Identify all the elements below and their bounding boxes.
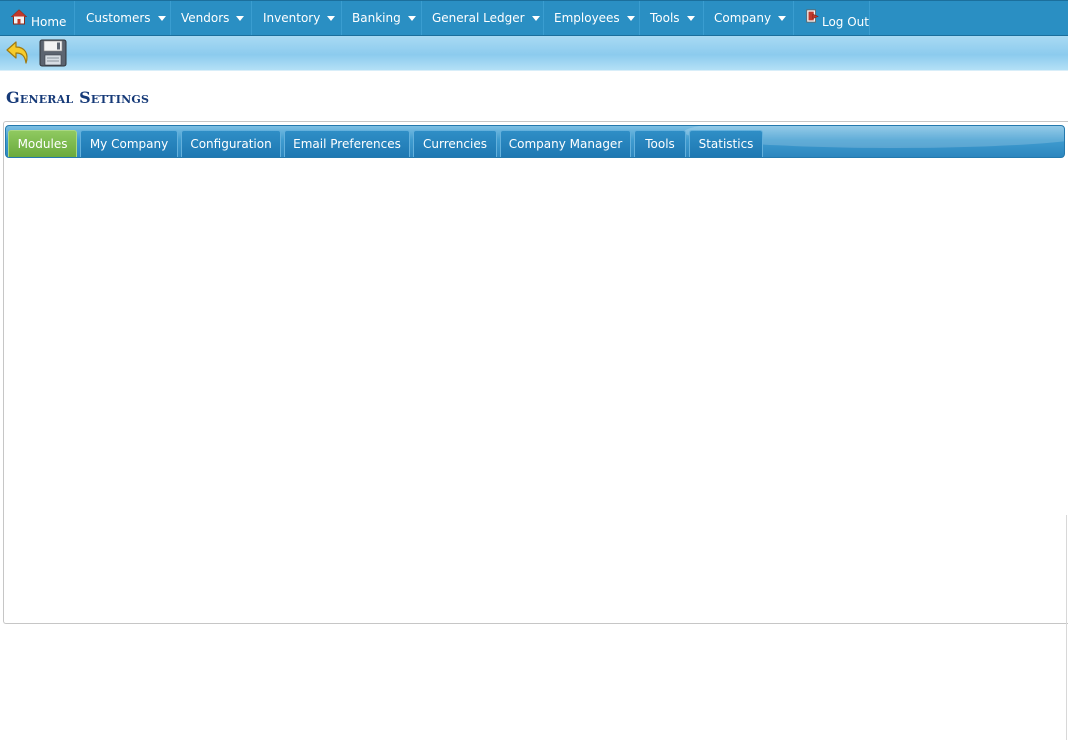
tab-my-company[interactable]: My Company bbox=[80, 130, 178, 157]
tab-company-manager[interactable]: Company Manager bbox=[500, 130, 631, 157]
chevron-down-icon bbox=[778, 15, 787, 21]
chevron-down-icon bbox=[236, 15, 245, 21]
chevron-down-icon bbox=[686, 15, 695, 21]
nav-banking-label: Banking bbox=[352, 11, 401, 25]
tab-currencies[interactable]: Currencies bbox=[413, 130, 497, 157]
tab-email-preferences[interactable]: Email Preferences bbox=[284, 130, 410, 157]
home-icon bbox=[11, 9, 27, 25]
action-toolbar bbox=[0, 36, 1068, 71]
tab-tools[interactable]: Tools bbox=[634, 130, 686, 157]
logout-icon bbox=[806, 9, 819, 23]
page-title: General Settings bbox=[6, 88, 150, 107]
nav-inventory[interactable]: Inventory bbox=[252, 1, 342, 35]
nav-vendors[interactable]: Vendors bbox=[171, 1, 252, 35]
chevron-down-icon bbox=[407, 15, 416, 21]
chevron-down-icon bbox=[157, 15, 166, 21]
nav-inventory-label: Inventory bbox=[263, 11, 321, 25]
divider bbox=[1066, 515, 1067, 740]
nav-general-ledger[interactable]: General Ledger bbox=[422, 1, 544, 35]
tab-statistics[interactable]: Statistics bbox=[689, 130, 763, 157]
nav-company-label: Company bbox=[714, 11, 772, 25]
nav-logout[interactable]: Log Out bbox=[794, 1, 870, 35]
back-button[interactable] bbox=[4, 38, 34, 68]
save-disk-icon bbox=[39, 39, 67, 67]
chevron-down-icon bbox=[626, 15, 635, 21]
tab-modules[interactable]: Modules bbox=[8, 130, 77, 157]
nav-tools[interactable]: Tools bbox=[640, 1, 704, 35]
nav-customers-label: Customers bbox=[86, 11, 151, 25]
back-arrow-icon bbox=[6, 41, 28, 64]
nav-employees-label: Employees bbox=[554, 11, 620, 25]
nav-home[interactable]: Home bbox=[0, 1, 75, 35]
tab-configuration[interactable]: Configuration bbox=[181, 130, 281, 157]
settings-panel: Modules My Company Configuration Email P… bbox=[3, 121, 1068, 624]
nav-tools-label: Tools bbox=[650, 11, 680, 25]
chevron-down-icon bbox=[531, 15, 540, 21]
nav-logout-label: Log Out bbox=[821, 14, 869, 29]
nav-employees[interactable]: Employees bbox=[544, 1, 640, 35]
nav-banking[interactable]: Banking bbox=[342, 1, 422, 35]
nav-vendors-label: Vendors bbox=[181, 11, 230, 25]
nav-general-ledger-label: General Ledger bbox=[432, 11, 525, 25]
settings-tab-bar: Modules My Company Configuration Email P… bbox=[5, 125, 1065, 158]
nav-home-label: Home bbox=[31, 14, 67, 29]
main-nav-bar: Home Customers Vendors Inventory Banking… bbox=[0, 0, 1068, 36]
nav-company[interactable]: Company bbox=[704, 1, 794, 35]
save-button[interactable] bbox=[38, 38, 68, 68]
settings-tabs: Modules My Company Configuration Email P… bbox=[8, 130, 763, 157]
chevron-down-icon bbox=[327, 15, 336, 21]
nav-customers[interactable]: Customers bbox=[75, 1, 171, 35]
